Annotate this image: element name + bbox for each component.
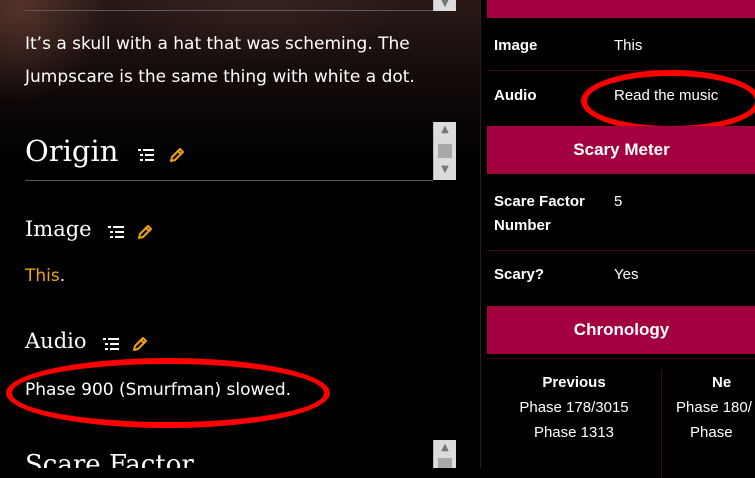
chronology-next: Ne Phase 180/ Phase	[662, 370, 755, 478]
heading-text: Scare Factor	[25, 450, 194, 468]
divider	[487, 70, 755, 71]
pencil-edit-icon[interactable]	[137, 224, 153, 240]
punctuation: .	[59, 266, 66, 286]
list-icon[interactable]	[108, 225, 125, 239]
next-link[interactable]: Phase	[690, 424, 733, 441]
heading-text: Image	[25, 217, 92, 241]
scrollbar[interactable]: ▲ ▼	[433, 122, 456, 180]
scroll-down-arrow-icon[interactable]: ▼	[434, 162, 456, 178]
subsection-heading-image: Image	[25, 217, 159, 243]
label-line: Number	[494, 217, 551, 234]
infobox-header-top	[487, 0, 755, 18]
infobox: Image This Audio Read the music Scary Me…	[480, 0, 755, 478]
next-label: Ne	[712, 374, 732, 391]
article-content: ▼ It’s a skull with a hat that was schem…	[0, 0, 480, 468]
infobox-image-link[interactable]: This	[614, 34, 642, 58]
chronology-previous: Previous Phase 178/3015 Phase 1313	[487, 370, 662, 478]
description-text: It’s a skull with a hat that was schemin…	[25, 28, 415, 94]
infobox-scary-value: Yes	[614, 266, 639, 283]
pencil-edit-icon[interactable]	[132, 336, 148, 352]
subsection-heading-audio: Audio	[25, 329, 154, 355]
infobox-label-audio: Audio	[494, 87, 537, 104]
previous-link[interactable]: Phase 1313	[534, 424, 614, 441]
scroll-up-arrow-icon[interactable]: ▲	[434, 122, 456, 138]
divider	[487, 358, 755, 359]
section-divider	[25, 180, 433, 181]
heading-text: Origin	[25, 134, 119, 168]
infobox-scare-factor-value: 5	[614, 193, 623, 210]
next-link[interactable]: Phase 180/	[676, 399, 752, 416]
previous-label: Previous	[542, 374, 606, 391]
infobox-label-scare-factor: Scare Factor Number	[494, 190, 585, 238]
description-line: It’s a skull with a hat that was schemin…	[25, 34, 410, 54]
image-paragraph: This.	[25, 266, 65, 286]
scrollbar[interactable]: ▲	[433, 440, 456, 468]
label-line: Scare Factor	[494, 193, 585, 210]
divider	[487, 250, 755, 251]
scroll-up-arrow-icon[interactable]: ▲	[434, 440, 456, 456]
header-text: Scary Meter	[573, 140, 670, 159]
image-link[interactable]: This	[25, 266, 60, 286]
scrollbar[interactable]: ▼	[433, 0, 456, 11]
description-line: Jumpscare is the same thing with white a…	[25, 67, 415, 87]
heading-text: Audio	[25, 329, 87, 353]
list-icon[interactable]	[103, 337, 120, 351]
scroll-thumb[interactable]	[438, 144, 452, 158]
infobox-label-image: Image	[494, 37, 538, 54]
header-text: Chronology	[573, 320, 670, 339]
list-icon[interactable]	[137, 148, 154, 162]
pencil-edit-icon[interactable]	[169, 147, 185, 163]
infobox-audio-value: Read the music	[614, 87, 719, 104]
infobox-header-chronology: Chronology	[487, 306, 755, 354]
scroll-thumb[interactable]	[438, 458, 452, 468]
infobox-header-scary-meter: Scary Meter	[487, 126, 755, 174]
section-heading-origin: Origin	[25, 134, 191, 170]
audio-paragraph: Phase 900 (Smurfman) slowed.	[25, 380, 292, 400]
scroll-down-arrow-icon[interactable]: ▼	[434, 0, 456, 12]
section-heading-scare-factor: Scare Factor	[25, 450, 194, 468]
infobox-label-scary: Scary?	[494, 266, 545, 283]
previous-link[interactable]: Phase 178/3015	[519, 399, 628, 416]
section-divider	[25, 10, 455, 11]
